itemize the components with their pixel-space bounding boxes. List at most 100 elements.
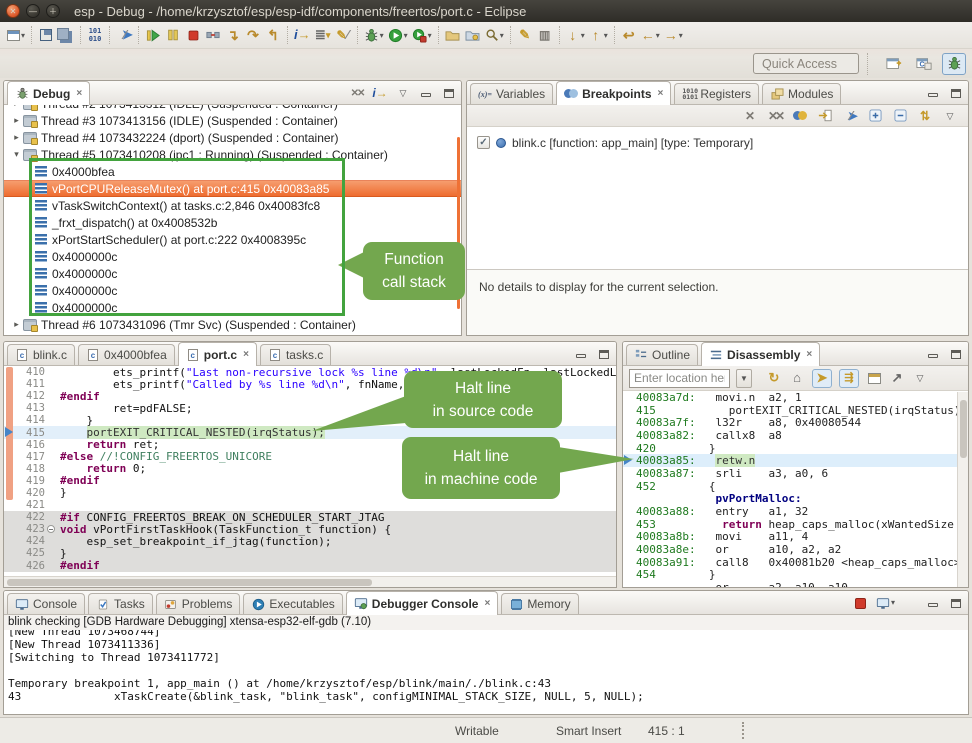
editor-gutter[interactable] (4, 402, 17, 414)
disassembly-line[interactable]: 40083a88: entry a1, 32 (623, 505, 968, 518)
show-source-button[interactable]: ⇶ (839, 369, 859, 387)
toggle-annotations-button[interactable]: ▥ (535, 24, 555, 46)
vertical-scrollbar[interactable] (957, 392, 968, 587)
close-window-icon[interactable]: ✕ (6, 4, 20, 18)
debug-thread-row[interactable]: ▸Thread #2 1073413312 (IDLE) (Suspended … (4, 105, 461, 112)
expander-icon[interactable]: ▸ (10, 115, 23, 126)
tab-registers[interactable]: 10100101Registers (674, 83, 759, 104)
back-button[interactable]: ←▾ (639, 24, 662, 46)
dropdown-arrow-icon[interactable]: ▾ (656, 31, 660, 40)
tab-outline[interactable]: Outline (626, 344, 698, 365)
editor-gutter[interactable] (4, 390, 17, 402)
dropdown-arrow-icon[interactable]: ▾ (500, 31, 504, 40)
tab-executables[interactable]: Executables (243, 593, 342, 614)
breakpoint-row[interactable]: ✓blink.c [function: app_main] [type: Tem… (467, 133, 968, 152)
open-new-view-button[interactable]: ↗ (889, 369, 905, 387)
open-task-button[interactable] (443, 24, 463, 46)
expander-icon[interactable]: ▸ (10, 319, 23, 330)
refresh-button[interactable]: ↻ (766, 369, 782, 387)
disassembly-line[interactable]: 40083a7d: movi.n a2, 1 (623, 391, 968, 404)
close-icon[interactable]: × (806, 349, 812, 360)
tab-breakpoints[interactable]: Breakpoints× (556, 81, 671, 105)
tab-console[interactable]: Console (7, 593, 85, 614)
close-icon[interactable]: × (243, 349, 249, 360)
minimize-icon[interactable] (925, 594, 941, 612)
new-disassembly-view-button[interactable] (866, 369, 882, 387)
editor-gutter[interactable] (4, 475, 17, 487)
goto-file-button[interactable] (817, 107, 833, 125)
tab-tasks[interactable]: Tasks (88, 593, 153, 614)
disassembly-line[interactable]: 420 } (623, 442, 968, 455)
save-button[interactable] (36, 24, 56, 46)
editor-gutter[interactable] (4, 535, 17, 547)
disassembly-line[interactable]: 40083a87: srli a3, a0, 6 (623, 467, 968, 480)
show-debug-context-button[interactable]: ≣▾ (313, 24, 333, 46)
editor-gutter[interactable] (4, 426, 17, 438)
sync-active-context-button[interactable]: ➤ (812, 369, 832, 387)
disassembly-listing[interactable]: 40083a7d: movi.n a2, 1415 portEXIT_CRITI… (623, 391, 968, 588)
remove-button[interactable]: ✕ (742, 107, 758, 125)
debug-thread-row[interactable]: ▸Thread #3 1073413156 (IDLE) (Suspended … (4, 112, 461, 129)
maximize-window-icon[interactable]: ＋ (46, 4, 60, 18)
tab-modules[interactable]: Modules (762, 83, 841, 104)
display-selected-console-button[interactable]: ▾ (876, 594, 895, 612)
open-perspective-button[interactable] (882, 53, 906, 75)
tab-problems[interactable]: Problems (156, 593, 241, 614)
disassembly-line[interactable]: 40083a91: call8 0x40081b20 <heap_caps_ma… (623, 556, 968, 569)
tab-blink-c[interactable]: cblink.c (7, 344, 75, 365)
location-input[interactable] (629, 369, 730, 388)
step-return-button[interactable]: ↰ (263, 24, 283, 46)
open-element-button[interactable]: 101010 (85, 24, 105, 46)
editor-gutter[interactable] (4, 487, 17, 499)
minimize-icon[interactable] (925, 345, 941, 363)
disassembly-line[interactable]: 40083a85: retw.n (623, 454, 968, 467)
disconnect-button[interactable] (203, 24, 223, 46)
minimize-icon[interactable] (573, 345, 589, 363)
forward-button[interactable]: →▾ (662, 24, 685, 46)
tab-disassembly[interactable]: Disassembly× (701, 342, 820, 366)
editor-gutter[interactable] (4, 463, 17, 475)
fold-marker-icon[interactable] (47, 525, 55, 533)
dropdown-arrow-icon[interactable]: ▾ (679, 31, 683, 40)
previous-annotation-button[interactable]: ↑▾ (587, 24, 610, 46)
close-icon[interactable]: × (658, 88, 664, 99)
minimize-window-icon[interactable]: — (26, 4, 40, 18)
skip-all-breakpoints-button[interactable]: ➤∕ (842, 107, 858, 125)
debug-frame-row[interactable]: _frxt_dispatch() at 0x4008532b (4, 214, 461, 231)
collapse-all-button[interactable] (892, 107, 908, 125)
disassembly-line[interactable]: 40083a8e: or a10, a2, a2 (623, 543, 968, 556)
expander-icon[interactable]: ▸ (10, 132, 23, 143)
dropdown-arrow-icon[interactable]: ▾ (404, 31, 408, 40)
cpp-perspective-button[interactable]: C (912, 53, 936, 75)
dropdown-arrow-icon[interactable]: ▾ (604, 31, 608, 40)
disassembly-line[interactable]: 415 portEXIT_CRITICAL_NESTED(irqStatus) (623, 404, 968, 417)
minimize-icon[interactable] (925, 84, 941, 102)
expander-icon[interactable]: ▾ (10, 149, 23, 160)
debug-thread-row[interactable]: ▸Thread #6 1073431096 (Tmr Svc) (Suspend… (4, 316, 461, 333)
tab-variables[interactable]: (x)=Variables (470, 83, 553, 104)
instruction-stepping-button[interactable]: i→ (292, 24, 313, 46)
disassembly-line[interactable]: 40083a8b: movi a11, 4 (623, 531, 968, 544)
instruction-stepping-button[interactable]: i→ (372, 84, 388, 102)
link-with-debug-view-button[interactable]: ⇅ (917, 107, 933, 125)
tab-debug[interactable]: Debug × (7, 81, 90, 105)
tab-port-c[interactable]: cport.c× (178, 342, 257, 366)
editor-gutter[interactable] (4, 366, 17, 378)
minimize-icon[interactable] (418, 84, 434, 102)
editor-gutter[interactable] (4, 378, 17, 390)
show-breakpoints-supported-button[interactable] (792, 107, 808, 125)
horizontal-scrollbar[interactable] (4, 576, 616, 587)
code-line[interactable]: 423void vPortFirstTaskHook(TaskFunction_… (4, 523, 616, 535)
editor-gutter[interactable] (4, 439, 17, 451)
tab-memory[interactable]: Memory (501, 593, 578, 614)
profile-button[interactable]: ▾ (410, 24, 434, 46)
debug-frame-row[interactable]: 0x4000000c (4, 299, 461, 316)
close-icon[interactable]: × (76, 88, 82, 99)
dropdown-arrow-icon[interactable]: ▾ (428, 31, 432, 40)
view-menu-dis-button[interactable]: ▽ (912, 369, 928, 387)
skip-all-breakpoints-main-button[interactable]: ➤∕ (114, 24, 134, 46)
suspend-button[interactable] (163, 24, 183, 46)
quick-access-box[interactable]: Quick Access (753, 53, 859, 74)
maximize-icon[interactable] (948, 84, 964, 102)
expand-all-button[interactable] (867, 107, 883, 125)
